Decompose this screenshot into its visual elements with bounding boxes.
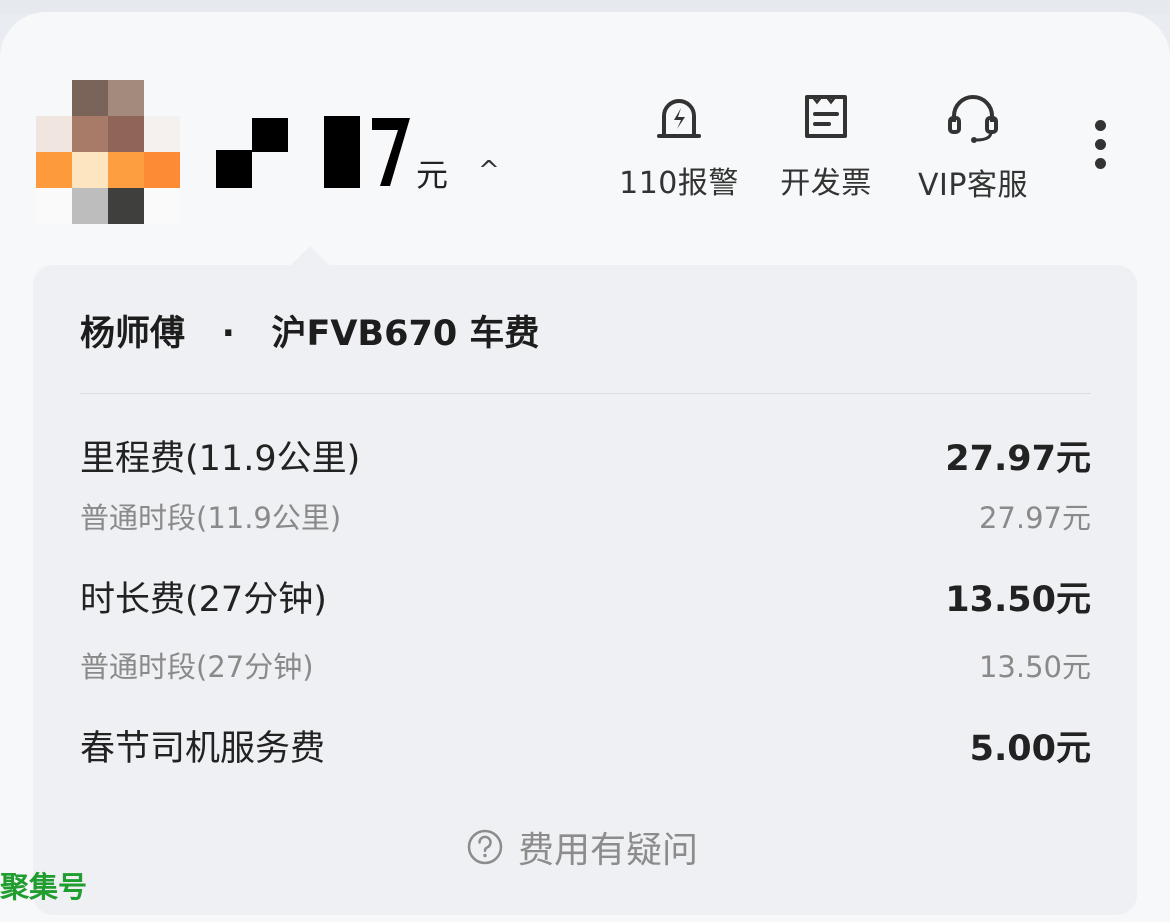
fee-question-link[interactable]: 费用有疑问 (466, 822, 698, 872)
plate-fee: 沪FVB670 车费 (271, 314, 540, 354)
invoice-label: 开发票 (780, 166, 872, 201)
watermark: 聚集号 (0, 870, 88, 904)
fee-value: 27.97元 (945, 439, 1091, 479)
fee-value: 13.50元 (945, 580, 1091, 620)
help-circle-icon (467, 829, 503, 865)
title-separator: · (221, 314, 235, 354)
fee-label: 春节司机服务费 (80, 729, 326, 769)
more-vertical-icon[interactable] (1086, 120, 1114, 176)
fee-label: 里程费(11.9公里) (80, 439, 361, 479)
driver-name: 杨师傅 (80, 314, 186, 354)
fee-value: 5.00元 (969, 729, 1091, 769)
fee-sublabel: 普通时段(27分钟) (80, 650, 314, 684)
receipt-icon (805, 95, 847, 138)
divider (80, 393, 1091, 394)
chevron-up-icon[interactable]: ^ (478, 156, 500, 186)
fee-label: 时长费(27分钟) (80, 580, 327, 620)
alarm-icon (657, 99, 701, 138)
alarm-110-label: 110报警 (619, 166, 739, 201)
fee-sublabel: 普通时段(11.9公里) (80, 501, 342, 535)
digit-fragment (372, 118, 410, 186)
invoice-button[interactable]: 开发票 (751, 92, 901, 202)
fee-question-label: 费用有疑问 (518, 830, 699, 871)
vip-service-button[interactable]: VIP客服 (898, 92, 1048, 204)
vip-service-label: VIP客服 (918, 168, 1028, 203)
alarm-110-button[interactable]: 110报警 (604, 92, 754, 202)
headset-icon (948, 95, 998, 143)
bubble-arrow (290, 246, 330, 266)
amount-unit: 元 (416, 156, 449, 194)
avatar[interactable] (36, 80, 180, 225)
fee-subvalue: 13.50元 (978, 650, 1091, 684)
trip-title: 杨师傅 · 沪FVB670 车费 (80, 305, 539, 356)
fee-subvalue: 27.97元 (978, 501, 1091, 535)
